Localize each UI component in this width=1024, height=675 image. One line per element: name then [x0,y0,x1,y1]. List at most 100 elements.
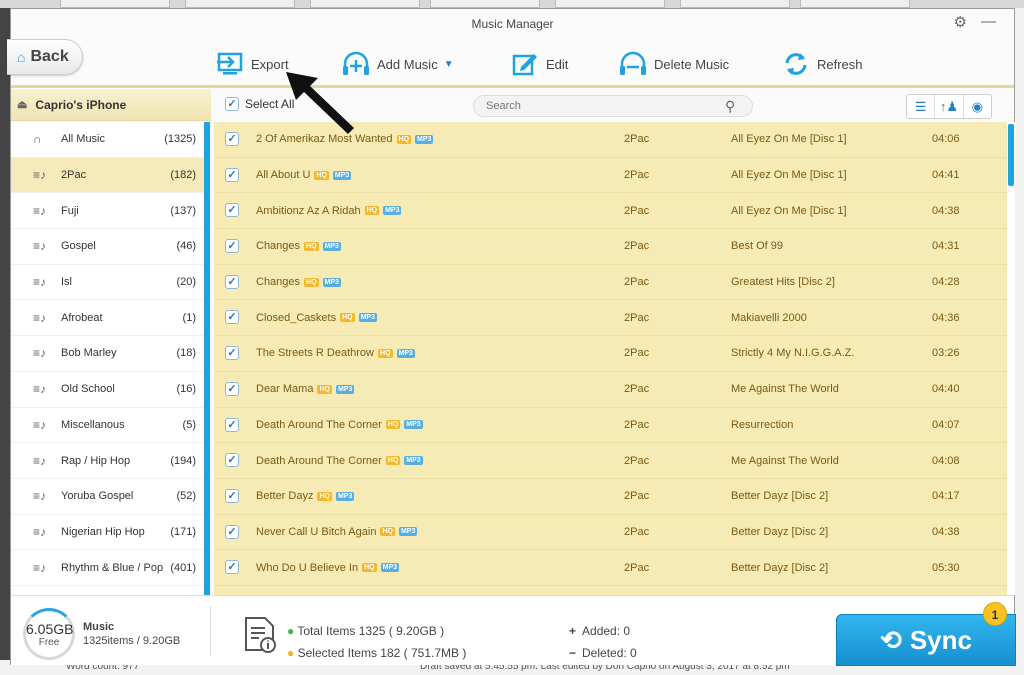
checkbox-checked-icon[interactable]: ✓ [225,132,239,146]
sidebar-item[interactable]: ≡♪ Bob Marley (18) [11,336,204,372]
track-row[interactable]: ✓ Closed_Caskets HQ MP3 2Pac Makiavelli 2000 0… [214,300,1007,337]
checkbox-checked-icon[interactable]: ✓ [225,381,239,396]
browser-tab[interactable] [430,0,540,8]
track-title-cell: Closed_Caskets HQ MP3 [256,312,377,324]
track-row[interactable]: ✓ Never Call U Bitch Again HQ MP3 2Pac Better… [214,515,1007,551]
sidebar-item[interactable]: ≡♪ Rhythm & Blue / Pop (401) [11,550,204,586]
totals: ● Total Items 1325 ( 9.20GB ) ● Selected… [287,620,466,664]
background-page-edge [1015,8,1024,675]
sync-arrows-icon: ⟲ [880,624,902,655]
browser-tab[interactable] [60,0,170,8]
sync-count-badge: 1 [983,602,1007,626]
track-row[interactable]: ✓ Changes HQ MP3 2Pac Greatest Hits [Disc 2] 0… [214,265,1007,301]
track-album: Better Dayz [Disc 2] [731,490,829,503]
checkbox-checked-icon[interactable]: ✓ [225,274,239,289]
track-row[interactable]: ✓ Who Do U Believe In HQ MP3 2Pac Better Dayz… [214,550,1007,586]
checkbox-checked-icon[interactable]: ✓ [225,239,239,254]
track-row[interactable]: ✓ Changes HQ MP3 2Pac Best Of 99 04:31 [214,229,1007,265]
track-list-scrollbar[interactable] [1007,122,1015,595]
playlist-icon: ≡♪ [33,203,47,218]
sort-artist-icon[interactable]: ↑♟ [935,95,964,118]
mp3-badge: MP3 [383,206,402,216]
track-row[interactable]: ✓ Dear Mama HQ MP3 2Pac Me Against The World 0… [214,372,1007,408]
checkbox-checked-icon[interactable]: ✓ [225,417,239,432]
track-row[interactable]: ✓ Ambitionz Az A Ridah HQ MP3 2Pac All Eyez O… [214,193,1007,230]
track-duration: 03:26 [932,347,960,360]
track-album: All Eyez On Me [Disc 1] [731,169,847,182]
checkbox-checked-icon[interactable]: ✓ [225,453,239,468]
sidebar-item[interactable]: ≡♪ Nigerian Hip Hop (171) [11,515,204,551]
checkbox-checked-icon[interactable]: ✓ [225,488,239,503]
disc-view-icon[interactable]: ◉ [964,95,991,118]
window-controls: ⚙ — [954,13,996,31]
document-info-icon [245,617,276,653]
export-button[interactable]: Export [215,47,289,81]
sidebar-item[interactable]: ≡♪ Old School (16) [11,372,204,408]
sidebar-item-count: (1) [182,311,196,324]
browser-tab[interactable] [555,0,665,8]
sidebar-item[interactable]: ≡♪ Miscellanous (5) [11,408,204,444]
toolbar: Export Add Music ▼ Edit Delete Music Ref… [11,45,1014,85]
browser-tab[interactable] [310,0,420,8]
dropdown-triangle-icon[interactable]: ▼ [444,59,454,70]
hq-badge: HQ [304,241,319,251]
sidebar-item[interactable]: ≡♪ Gospel (46) [11,229,204,265]
checkbox-checked-icon[interactable]: ✓ [225,346,239,361]
track-row[interactable]: ✓ The Streets R Deathrow HQ MP3 2Pac Strictly… [214,336,1007,372]
browser-tab[interactable] [800,0,910,8]
checkbox-checked-icon[interactable]: ✓ [225,524,239,539]
refresh-button[interactable]: Refresh [781,47,863,81]
search-input[interactable] [473,95,753,117]
settings-gear-icon[interactable]: ⚙ [954,13,967,31]
sidebar-item[interactable]: ≡♪ Yoruba Gospel (52) [11,479,204,515]
track-row[interactable]: ✓ Death Around The Corner HQ MP3 2Pac Me Agai… [214,443,1007,479]
track-album: Strictly 4 My N.I.G.G.A.Z. [731,347,855,360]
checkbox-checked-icon[interactable]: ✓ [225,203,239,218]
track-row[interactable]: ✓ Better Dayz HQ MP3 2Pac Better Dayz [Disc 2… [214,479,1007,515]
sidebar-item[interactable]: ∩ All Music (1325) [11,122,204,158]
sidebar-item[interactable]: ≡♪ Isl (20) [11,265,204,301]
eject-icon[interactable]: ⏏ [17,98,27,111]
export-icon [217,52,243,75]
edit-button[interactable]: Edit [510,47,568,81]
browser-tab-strip [0,0,1024,8]
track-title-cell: Ambitionz Az A Ridah HQ MP3 [256,205,402,217]
search-icon[interactable]: ⚲ [725,98,735,115]
track-artist: 2Pac [624,525,650,538]
scrollbar-thumb[interactable] [1008,124,1014,186]
browser-tab[interactable] [680,0,790,8]
sidebar-item[interactable]: ≡♪ Fuji (137) [11,193,204,230]
deleted-count: Deleted: 0 [582,646,637,660]
checkbox-checked-icon[interactable]: ✓ [225,560,239,575]
track-title-cell: Death Around The Corner HQ MP3 [256,455,423,467]
sidebar-item[interactable]: ≡♪ Rap / Hip Hop (194) [11,443,204,479]
track-title: The Streets R Deathrow [256,347,374,360]
refresh-label: Refresh [817,56,863,72]
sidebar-item-label: Miscellanous [61,418,125,431]
track-row[interactable]: ✓ All About U HQ MP3 2Pac All Eyez On Me [Dis… [214,158,1007,194]
playlist-icon: ≡♪ [33,168,47,183]
sidebar-item[interactable]: ≡♪ Afrobeat (1) [11,300,204,337]
browser-tab[interactable] [185,0,295,8]
track-artist: 2Pac [624,204,650,217]
delete-music-button[interactable]: Delete Music [618,47,729,81]
free-label: Free [38,637,60,648]
edit-icon [512,54,537,76]
track-title: Closed_Caskets [256,311,337,324]
sidebar-item-label: All Music [61,133,106,146]
mp3-badge: MP3 [398,527,418,537]
device-header[interactable]: ⏏ Caprio's iPhone [11,89,211,121]
checkbox-checked-icon[interactable]: ✓ [225,310,239,325]
checkbox-checked-icon[interactable]: ✓ [225,97,239,111]
mp3-badge: MP3 [335,384,355,394]
checkbox-checked-icon[interactable]: ✓ [225,167,239,182]
background-sidebar [0,8,10,660]
sidebar-item[interactable]: ≡♪ 2Pac (182) [11,157,204,194]
minimize-icon[interactable]: — [981,13,996,31]
sidebar-item-count: (182) [170,169,196,182]
delete-headphones-icon [620,51,646,75]
track-duration: 04:31 [932,240,960,253]
list-view-icon[interactable]: ☰ [907,95,936,118]
orange-dot-icon: ● [287,646,295,660]
track-row[interactable]: ✓ Death Around The Corner HQ MP3 2Pac Resurre… [214,408,1007,444]
